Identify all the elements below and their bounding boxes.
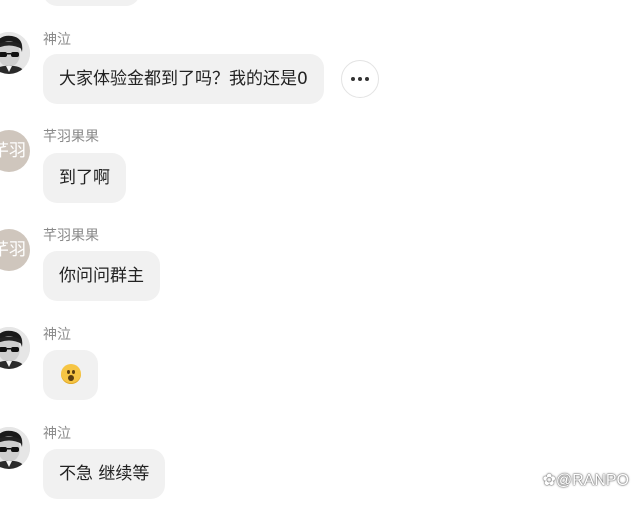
avatar[interactable] [0, 327, 30, 369]
avatar[interactable]: 芊羽 [0, 130, 30, 172]
avatar[interactable]: 芊羽 [0, 229, 30, 271]
watermark: ✿@RANPO [542, 470, 629, 490]
message-bubble[interactable]: 到了啊 [43, 153, 126, 203]
previous-message-bubble [43, 0, 140, 6]
sender-name: 芊羽果果 [43, 129, 99, 145]
sender-name: 神泣 [43, 426, 71, 442]
sender-name: 神泣 [43, 327, 71, 343]
message-bubble[interactable]: 不急 继续等 [43, 449, 166, 499]
message-bubble[interactable]: 你问问群主 [43, 251, 160, 301]
more-options-button[interactable] [341, 60, 379, 98]
watermark-text: @RANPO [555, 472, 629, 489]
message-bubble[interactable]: 大家体验金都到了吗？我的还是0 [43, 54, 324, 104]
weibo-logo-icon: ✿ [542, 472, 556, 489]
sender-name: 芊羽果果 [43, 228, 99, 244]
more-icon [351, 77, 355, 81]
astonished-face-icon [60, 363, 81, 384]
avatar[interactable] [0, 427, 30, 469]
avatar[interactable] [0, 32, 30, 74]
sender-name: 神泣 [43, 32, 71, 48]
message-bubble[interactable] [43, 350, 98, 400]
